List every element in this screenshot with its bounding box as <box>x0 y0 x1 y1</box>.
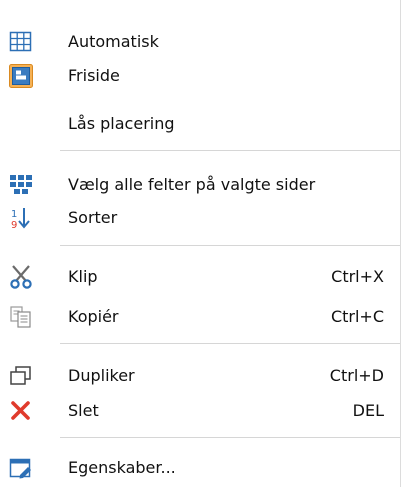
menu-item-label: Automatisk <box>68 32 159 51</box>
shortcut-label: Ctrl+X <box>331 267 384 286</box>
copy-icon <box>8 304 34 330</box>
menu-item-kopier[interactable]: Kopiér Ctrl+C <box>0 296 400 338</box>
svg-text:9: 9 <box>11 220 17 231</box>
sort-icon: 1 9 <box>8 205 34 231</box>
menu-item-slet[interactable]: Slet DEL <box>0 390 400 432</box>
scissors-icon <box>8 264 34 290</box>
menu-item-label: Dupliker <box>68 366 135 385</box>
menu-item-label: Lås placering <box>68 114 175 133</box>
menu-separator <box>60 150 400 151</box>
menu-item-label: Slet <box>68 401 99 420</box>
grid-icon <box>8 29 34 55</box>
properties-icon <box>8 455 34 481</box>
svg-text:1: 1 <box>11 209 17 220</box>
duplicate-icon <box>8 363 34 389</box>
select-all-fields-icon <box>8 172 34 198</box>
shortcut-label: Ctrl+C <box>330 307 384 326</box>
shortcut-label: Ctrl+D <box>329 366 384 385</box>
delete-icon <box>8 398 34 424</box>
menu-item-sorter[interactable]: 1 9 Sorter <box>0 197 400 239</box>
menu-item-label: Egenskaber... <box>68 458 176 477</box>
menu-item-klip[interactable]: Klip Ctrl+X <box>0 256 400 298</box>
menu-item-label: Sorter <box>68 208 118 227</box>
free-page-icon <box>8 63 34 89</box>
menu-separator <box>60 245 400 246</box>
menu-item-label: Kopiér <box>68 307 119 326</box>
context-menu: Automatisk Friside Lås placering Vælg al… <box>0 0 401 487</box>
menu-item-label: Friside <box>68 66 120 85</box>
menu-item-egenskaber[interactable]: Egenskaber... <box>0 447 400 489</box>
menu-separator <box>60 343 400 344</box>
menu-item-laas-placering[interactable]: Lås placering <box>0 103 400 145</box>
menu-item-friside[interactable]: Friside <box>0 55 400 97</box>
menu-item-label: Vælg alle felter på valgte sider <box>68 175 316 194</box>
menu-item-label: Klip <box>68 267 98 286</box>
shortcut-label: DEL <box>352 401 384 420</box>
menu-separator <box>60 437 400 438</box>
